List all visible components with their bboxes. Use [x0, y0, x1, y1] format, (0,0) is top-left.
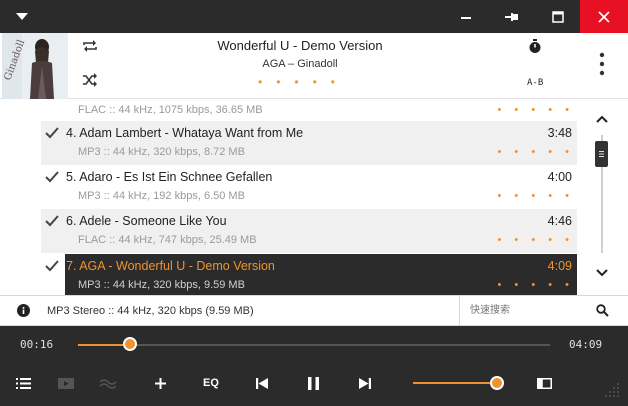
track-title: 4. Adam Lambert - Whataya Want from Me [66, 126, 304, 140]
playlist-row[interactable]: 5. Adaro - Es Ist Ein Schnee Gefallen 4:… [41, 165, 577, 209]
now-playing-title: Wonderful U - Demo Version [217, 38, 383, 53]
equalizer-button[interactable]: EQ [198, 364, 224, 402]
playing-row-gutter [41, 254, 65, 295]
track-details: MP3 :: 44 kHz, 320 kbps, 9.59 MB [78, 279, 245, 291]
current-time: 00:16 [20, 338, 54, 351]
add-button[interactable] [150, 364, 170, 402]
minimize-icon [461, 16, 471, 19]
chevron-down-icon [16, 13, 28, 20]
track-details: MP3 :: 44 kHz, 192 kbps, 6.50 MB [78, 190, 245, 202]
volume-handle[interactable] [490, 376, 504, 390]
shuffle-icon [83, 73, 97, 87]
video-icon [58, 377, 74, 389]
track-duration: 4:00 [547, 170, 572, 184]
track-duration: 4:09 [547, 259, 572, 273]
status-bar: MP3 Stereo :: 44 kHz, 320 kbps (9.59 MB) [0, 295, 628, 326]
track-rating[interactable]: • • • • • [498, 104, 574, 116]
previous-button[interactable] [252, 364, 272, 402]
search-icon [596, 304, 609, 317]
playlist-row[interactable]: 6. Adele - Someone Like You 4:46 FLAC ::… [41, 209, 577, 253]
close-button[interactable] [580, 0, 628, 33]
more-options-button[interactable] [595, 51, 609, 79]
shuffle-button[interactable] [82, 73, 102, 89]
title-bar [0, 0, 628, 33]
volume-level [413, 382, 497, 384]
chevron-down-icon [596, 269, 608, 277]
info-icon [17, 304, 30, 317]
checkbox-checked-icon[interactable] [45, 259, 59, 273]
playing-row-highlight: 7. AGA - Wonderful U - Demo Version 4:09… [65, 254, 577, 295]
seek-handle[interactable] [122, 337, 137, 351]
now-playing-rating[interactable]: ••••• [258, 75, 348, 89]
checkbox-checked-icon[interactable] [45, 170, 59, 184]
skip-next-icon [359, 377, 371, 389]
more-vertical-icon [599, 52, 605, 76]
track-details: FLAC :: 44 kHz, 747 kbps, 25.49 MB [78, 234, 257, 246]
track-rating[interactable]: • • • • • [498, 190, 574, 202]
info-button[interactable] [17, 304, 30, 317]
video-button[interactable] [55, 364, 77, 402]
search-button[interactable] [596, 304, 609, 317]
track-rating[interactable]: • • • • • [498, 279, 574, 291]
playlist-toggle-button[interactable] [12, 364, 34, 402]
maximize-icon [552, 10, 564, 23]
album-art-image: Ginadoll [2, 33, 68, 99]
track-title: 5. Adaro - Es Ist Ein Schnee Gefallen [66, 170, 273, 184]
sleep-timer-button[interactable] [528, 39, 544, 55]
menu-dropdown-button[interactable] [10, 8, 34, 26]
playlist-row[interactable]: FLAC :: 44 kHz, 1075 kbps, 36.65 MB • • … [41, 99, 577, 123]
track-rating[interactable]: • • • • • [498, 146, 574, 158]
repeat-button[interactable] [82, 39, 102, 55]
playlist-row[interactable]: 4. Adam Lambert - Whataya Want from Me 3… [41, 121, 577, 165]
grip-icon [599, 151, 604, 157]
repeat-icon [83, 40, 97, 52]
format-info: MP3 Stereo :: 44 kHz, 320 kbps (9.59 MB) [47, 305, 254, 317]
close-icon [598, 10, 610, 23]
checkbox-checked-icon[interactable] [45, 126, 59, 140]
skip-previous-icon [256, 377, 268, 389]
chevron-up-icon [596, 115, 608, 123]
scroll-up-button[interactable] [590, 109, 614, 129]
pin-button[interactable] [490, 0, 534, 33]
next-button[interactable] [355, 364, 375, 402]
track-details: FLAC :: 44 kHz, 1075 kbps, 36.65 MB [78, 104, 263, 116]
pause-icon [307, 376, 319, 390]
track-details: MP3 :: 44 kHz, 320 kbps, 8.72 MB [78, 146, 245, 158]
mini-player-icon [536, 377, 552, 389]
track-duration: 4:46 [547, 214, 572, 228]
timer-icon [529, 39, 541, 53]
eq-label: EQ [203, 377, 219, 389]
control-bar: EQ [0, 364, 628, 406]
resize-grip[interactable] [604, 382, 620, 398]
minimize-button[interactable] [444, 0, 488, 33]
total-time: 04:09 [569, 338, 603, 351]
track-rating[interactable]: • • • • • [498, 234, 574, 246]
now-playing-panel: Ginadoll Wonderful U - Demo Version AGA … [0, 33, 628, 99]
pin-icon [505, 12, 518, 21]
resize-grip-icon [605, 383, 619, 397]
track-duration: 3:48 [547, 126, 572, 140]
mini-player-button[interactable] [534, 364, 554, 402]
plus-icon [154, 377, 166, 389]
scrollbar-thumb[interactable] [595, 141, 608, 167]
seek-track[interactable] [78, 344, 550, 346]
now-playing-artist: AGA – Ginadoll [262, 58, 338, 70]
quick-search-input[interactable] [459, 296, 587, 325]
wave-icon [100, 378, 116, 389]
list-icon [15, 377, 31, 389]
album-cover[interactable]: Ginadoll [2, 33, 68, 99]
track-title: 7. AGA - Wonderful U - Demo Version [66, 259, 275, 273]
track-title: 6. Adele - Someone Like You [66, 214, 227, 228]
maximize-button[interactable] [536, 0, 580, 33]
visualizer-button[interactable] [97, 364, 119, 402]
checkbox-checked-icon[interactable] [45, 214, 59, 228]
ab-repeat-button[interactable]: A-B [527, 78, 543, 88]
pause-button[interactable] [303, 364, 323, 402]
rating-dots: ••••• [258, 75, 350, 89]
playlist: FLAC :: 44 kHz, 1075 kbps, 36.65 MB • • … [0, 99, 628, 295]
scroll-down-button[interactable] [590, 263, 614, 283]
seek-bar: 00:16 04:09 [0, 326, 628, 364]
